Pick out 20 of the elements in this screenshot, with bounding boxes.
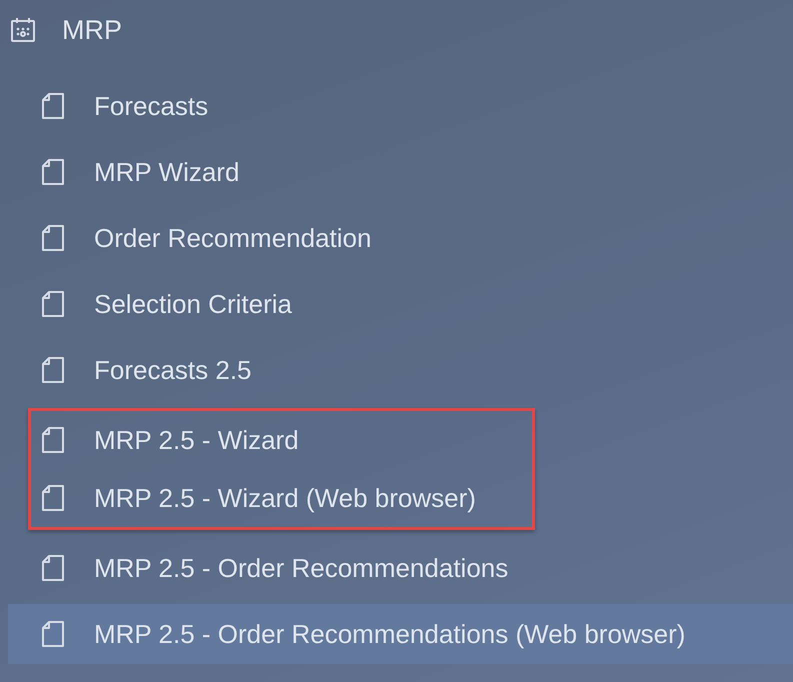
menu-item[interactable]: MRP Wizard: [0, 139, 793, 205]
menu-item[interactable]: Forecasts: [0, 73, 793, 139]
document-icon: [42, 427, 64, 453]
document-icon: [42, 93, 64, 119]
menu-item[interactable]: Forecasts 2.5: [0, 337, 793, 403]
menu-item[interactable]: Selection Criteria: [0, 271, 793, 337]
document-icon: [42, 621, 64, 647]
document-icon: [42, 225, 64, 251]
calendar-icon: [10, 17, 36, 43]
menu-item[interactable]: MRP 2.5 - Wizard: [31, 411, 532, 469]
menu-item[interactable]: MRP 2.5 - Order Recommendations: [0, 535, 793, 601]
menu-item[interactable]: MRP 2.5 - Order Recommendations (Web browser): [8, 604, 793, 664]
document-icon: [42, 291, 64, 317]
document-icon: [42, 485, 64, 511]
document-icon: [42, 555, 64, 581]
section-title: MRP: [62, 14, 122, 46]
document-icon: [42, 357, 64, 383]
menu-item[interactable]: Order Recommendation: [0, 205, 793, 271]
menu-item[interactable]: MRP 2.5 - Wizard (Web browser): [31, 469, 532, 527]
document-icon: [42, 159, 64, 185]
